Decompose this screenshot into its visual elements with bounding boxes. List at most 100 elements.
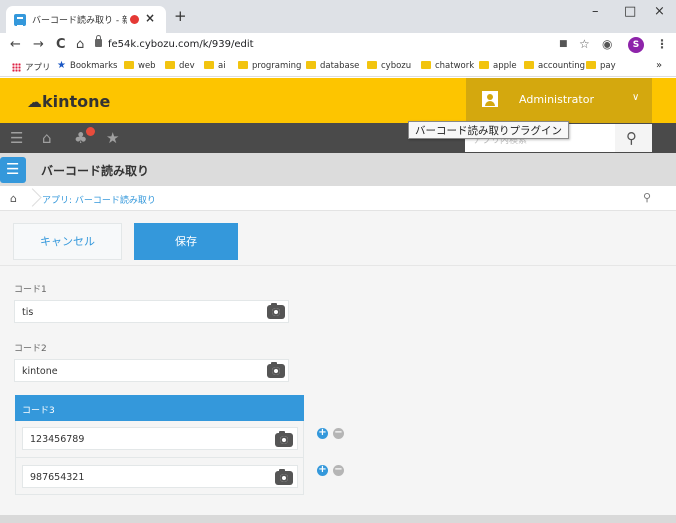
portal-home-icon[interactable]: ⌂: [42, 129, 52, 147]
folder-icon: [524, 61, 534, 69]
pin-icon[interactable]: ⚲: [643, 191, 651, 204]
cloud-logo-icon: ☁: [27, 93, 42, 111]
lock-icon: [95, 35, 102, 47]
bookmark-star-icon[interactable]: ☆: [579, 37, 590, 51]
address-bar[interactable]: fe54k.cybozu.com/k/939/edit: [108, 39, 254, 50]
folder-icon: [306, 61, 316, 69]
kintone-favicon-icon: [14, 14, 26, 27]
code2-field[interactable]: kintone: [14, 359, 289, 382]
favorites-star-icon[interactable]: ★: [106, 129, 119, 147]
code3-row2-field[interactable]: 987654321: [22, 465, 298, 488]
cast-icon[interactable]: ■: [559, 39, 568, 49]
folder-icon: [124, 61, 134, 69]
camera-icon[interactable]: [275, 469, 293, 485]
back-icon[interactable]: ←: [10, 37, 21, 52]
app-list-icon[interactable]: [0, 157, 26, 183]
bookmark-database-label: database: [320, 61, 360, 71]
new-tab-button[interactable]: +: [174, 7, 187, 25]
bookmark-programing-label: programing: [252, 61, 302, 71]
folder-icon: [204, 61, 214, 69]
browser-menu-icon[interactable]: ⋮: [656, 37, 668, 51]
tab-title: バーコード読み取り - 新しいレコー: [32, 16, 127, 26]
home-icon[interactable]: ⌂: [76, 37, 84, 52]
bookmark-web-label: web: [138, 61, 156, 71]
bookmark-apple[interactable]: apple: [479, 61, 517, 71]
bookmarks-bar: アプリ ★ Bookmarks web dev ai programing da…: [0, 58, 676, 77]
minimize-button[interactable]: –: [592, 4, 599, 19]
hamburger-menu-icon[interactable]: ☰: [10, 129, 23, 147]
bookmark-chatwork-label: chatwork: [435, 61, 475, 71]
bookmark-cybozu-label: cybozu: [381, 61, 412, 71]
logo-text: kintone: [42, 92, 111, 111]
table-row: 987654321: [15, 458, 304, 495]
bookmark-accounting-label: accounting: [538, 61, 586, 71]
apps-grid-icon: [12, 63, 21, 72]
bookmark-pay-label: pay: [600, 61, 616, 71]
star-icon: ★: [57, 60, 66, 71]
code1-label: コード1: [14, 285, 47, 295]
window-close-button[interactable]: ×: [654, 4, 665, 19]
bookmark-bookmarks[interactable]: Bookmarks: [70, 61, 118, 71]
code1-value: tis: [22, 307, 34, 318]
record-action-bar: キャンセル 保存: [0, 211, 676, 266]
bookmark-apps[interactable]: アプリ: [25, 61, 51, 73]
folder-icon: [367, 61, 377, 69]
app-title-bar: バーコード読み取り: [0, 153, 676, 186]
bookmark-pay[interactable]: pay: [586, 61, 616, 71]
kintone-logo[interactable]: ☁kintone: [27, 92, 110, 111]
bookmark-programing[interactable]: programing: [238, 61, 301, 71]
add-row-icon[interactable]: +: [317, 428, 328, 439]
browser-tab-strip: バーコード読み取り - 新しいレコー × + – □ ×: [0, 0, 676, 33]
bookmark-dev-label: dev: [179, 61, 195, 71]
bookmarks-overflow-icon[interactable]: »: [656, 60, 662, 71]
code2-label: コード2: [14, 344, 47, 354]
cancel-button[interactable]: キャンセル: [13, 223, 122, 260]
code1-field[interactable]: tis: [14, 300, 289, 323]
page-footer-bar: [0, 515, 676, 523]
bookmark-cybozu[interactable]: cybozu: [367, 61, 411, 71]
add-row-icon[interactable]: +: [317, 465, 328, 476]
browser-tab[interactable]: バーコード読み取り - 新しいレコー ×: [6, 6, 166, 33]
reload-icon[interactable]: C: [56, 37, 66, 52]
bookmark-web[interactable]: web: [124, 61, 156, 71]
folder-icon: [479, 61, 489, 69]
bookmark-dev[interactable]: dev: [165, 61, 195, 71]
browser-toolbar: ← → C ⌂ fe54k.cybozu.com/k/939/edit ■ ☆ …: [0, 33, 676, 58]
forward-icon[interactable]: →: [33, 37, 44, 52]
remove-row-icon[interactable]: −: [333, 428, 344, 439]
code3-label: コード3: [22, 406, 55, 416]
code3-row1-field[interactable]: 123456789: [22, 427, 298, 450]
search-button[interactable]: ⚲: [615, 124, 652, 152]
camera-icon[interactable]: [275, 431, 293, 447]
profile-avatar[interactable]: S: [628, 37, 644, 53]
folder-icon: [238, 61, 248, 69]
user-avatar-icon: [482, 91, 498, 107]
breadcrumb: ⌂ アプリ: バーコード読み取り ⚲: [0, 186, 676, 211]
page-title: バーコード読み取り: [41, 164, 150, 178]
extension-icon[interactable]: ◉: [602, 37, 612, 51]
home-icon[interactable]: ⌂: [10, 192, 17, 205]
breadcrumb-app-link[interactable]: アプリ: バーコード読み取り: [42, 193, 156, 206]
bookmark-database[interactable]: database: [306, 61, 359, 71]
user-name: Administrator: [519, 93, 594, 106]
code2-value: kintone: [22, 366, 58, 377]
notification-badge: [86, 127, 95, 136]
tab-close-icon[interactable]: ×: [145, 11, 155, 25]
table-row: 123456789: [15, 421, 304, 458]
bookmark-ai-label: ai: [218, 61, 226, 71]
recording-dot-icon: [130, 15, 139, 24]
breadcrumb-separator: [29, 186, 41, 211]
camera-icon[interactable]: [267, 362, 285, 378]
bookmark-ai[interactable]: ai: [204, 61, 226, 71]
bookmark-chatwork[interactable]: chatwork: [421, 61, 474, 71]
camera-icon[interactable]: [267, 303, 285, 319]
maximize-button[interactable]: □: [624, 4, 636, 19]
folder-icon: [421, 61, 431, 69]
code3-table-header: コード3: [15, 395, 304, 421]
bookmark-apple-label: apple: [493, 61, 517, 71]
remove-row-icon[interactable]: −: [333, 465, 344, 476]
user-menu[interactable]: Administrator ∨: [466, 78, 652, 123]
bookmark-accounting[interactable]: accounting: [524, 61, 585, 71]
folder-icon: [586, 61, 596, 69]
save-button[interactable]: 保存: [134, 223, 238, 260]
